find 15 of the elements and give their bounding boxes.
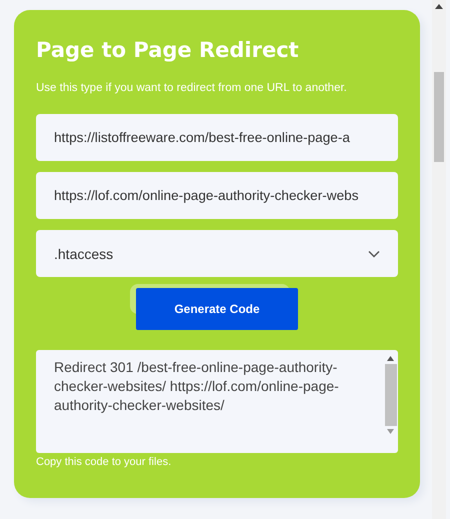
generate-code-button[interactable]: Generate Code xyxy=(136,288,298,330)
url-input-field[interactable]: https://listoffreeware.com/best-free-online-page-a xyxy=(36,114,398,161)
description-text: Use this type if you want to redirect from one URL to another. xyxy=(36,82,348,94)
scrollbar-thumb[interactable] xyxy=(384,364,396,426)
chevron-down-icon xyxy=(368,250,380,258)
type-dropdown[interactable]: .htaccess xyxy=(36,230,398,277)
scroll-up-icon[interactable] xyxy=(387,356,394,361)
url-input-field[interactable]: https://lof.com/online-page-authority-checker-webs xyxy=(36,172,398,219)
scroll-down-icon[interactable] xyxy=(387,429,394,434)
card-title: Page to Page Redirect xyxy=(36,38,300,62)
page-scrollbar[interactable] xyxy=(432,0,446,519)
scrollbar-thumb[interactable] xyxy=(434,72,444,162)
scroll-up-icon[interactable] xyxy=(435,4,443,9)
hint-text: Copy this code to your files. xyxy=(36,456,172,468)
code-output-field[interactable]: Redirect 301 /best-free-online-page-authority-checker-websites/ https://lof.com/online-page-authority-checker-websites/ xyxy=(36,350,398,453)
